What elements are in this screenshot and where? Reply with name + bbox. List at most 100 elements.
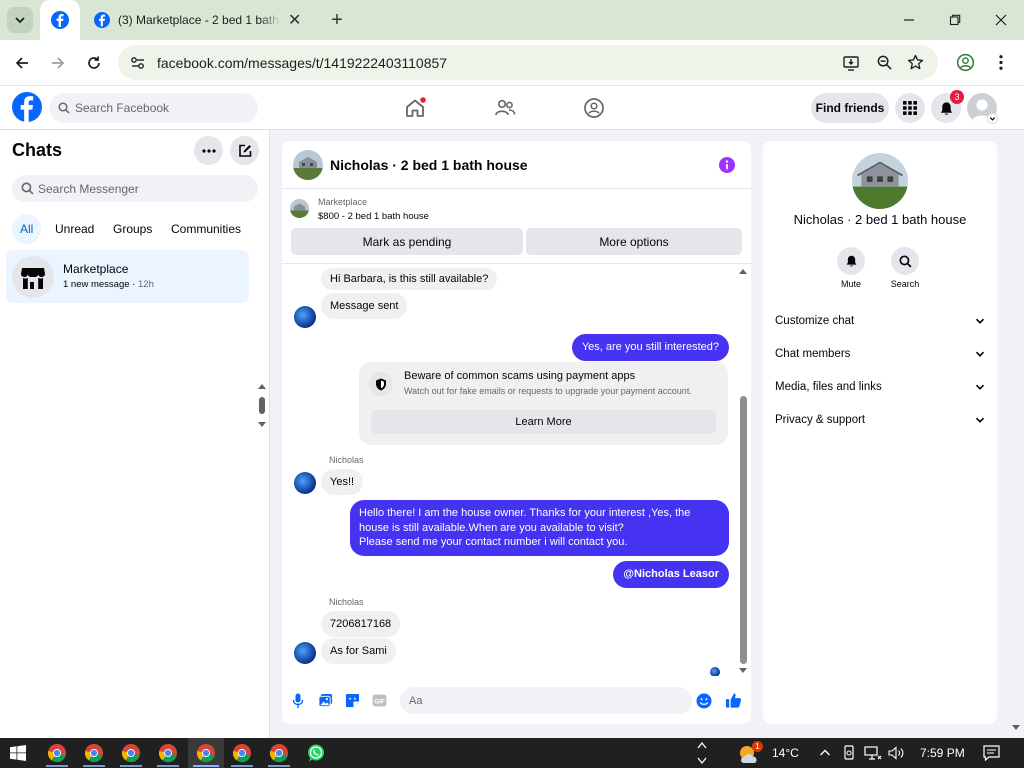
menu-button[interactable] [895, 93, 925, 123]
mark-as-pending-button[interactable]: Mark as pending [291, 228, 523, 255]
zoom-icon[interactable] [876, 54, 893, 71]
mute-button[interactable] [837, 247, 865, 275]
info-icon[interactable] [719, 157, 735, 173]
new-message-button[interactable] [230, 136, 259, 165]
restore-button[interactable] [940, 8, 970, 32]
message-incoming[interactable]: Message sent [321, 293, 408, 319]
facebook-search-field[interactable] [49, 93, 258, 123]
tab-search-button[interactable] [7, 7, 33, 33]
bell-icon [940, 101, 952, 115]
message-input[interactable] [400, 687, 692, 714]
weather-temperature[interactable]: 14°C [772, 746, 799, 760]
message-incoming[interactable]: Yes!! [321, 469, 364, 495]
search-conversation-button[interactable] [891, 247, 919, 275]
messenger-search-input[interactable] [38, 175, 248, 202]
chat-item-marketplace[interactable]: Marketplace 1 new message · 12h [6, 250, 249, 303]
find-friends-button[interactable]: Find friends [811, 93, 889, 123]
sender-avatar[interactable] [294, 306, 316, 328]
device-icon[interactable] [842, 745, 856, 761]
chevron-up-icon[interactable] [819, 747, 831, 759]
message-incoming[interactable]: Hi Barbara, is this still available? [321, 268, 498, 290]
filter-communities[interactable]: Communities [163, 214, 249, 244]
scrollbar-arrows-icon [258, 384, 266, 427]
network-icon[interactable] [864, 746, 882, 760]
more-options-button[interactable]: More options [526, 228, 742, 255]
bookmark-star-icon[interactable] [907, 54, 924, 71]
photo-icon[interactable] [318, 693, 333, 708]
whatsapp-icon[interactable] [306, 743, 326, 763]
section-media-files-links[interactable]: Media, files and links [775, 377, 985, 397]
account-chevron-icon[interactable] [987, 113, 998, 124]
chrome-icon[interactable] [121, 743, 141, 763]
browser-menu-icon[interactable] [995, 53, 1007, 72]
listing-avatar[interactable] [293, 150, 323, 180]
message-incoming[interactable]: 7206817168 [321, 611, 401, 637]
reload-button[interactable] [83, 52, 105, 74]
chrome-icon[interactable] [84, 743, 104, 763]
volume-icon[interactable] [888, 746, 906, 760]
emoji-icon[interactable] [696, 693, 712, 709]
learn-more-button[interactable]: Learn More [371, 410, 716, 434]
sticker-icon[interactable] [345, 693, 360, 708]
new-tab-button[interactable]: + [326, 9, 348, 31]
section-chat-members[interactable]: Chat members [775, 344, 985, 364]
message-line: Hello there! I am the house owner. Thank… [359, 507, 691, 519]
chrome-icon[interactable] [269, 743, 289, 763]
url-text[interactable]: facebook.com/messages/t/1419222403110857 [157, 55, 447, 71]
close-window-button[interactable] [986, 8, 1016, 32]
section-customize-chat[interactable]: Customize chat [775, 311, 985, 331]
groups-icon[interactable] [583, 97, 605, 119]
conversation-title[interactable]: Nicholas · 2 bed 1 bath house [330, 157, 528, 173]
chevron-down-icon [975, 351, 985, 357]
forward-button[interactable] [47, 52, 69, 74]
message-outgoing[interactable]: Yes, are you still interested? [571, 334, 729, 361]
microphone-icon[interactable] [292, 693, 304, 709]
minimize-icon [904, 19, 914, 21]
sender-avatar[interactable] [294, 642, 316, 664]
messages-scrollbar[interactable] [737, 266, 749, 676]
notification-center-icon[interactable] [983, 745, 1000, 761]
chat-options-button[interactable] [194, 136, 223, 165]
profile-icon[interactable] [956, 53, 975, 72]
section-privacy-support[interactable]: Privacy & support [775, 410, 985, 430]
listing-profile-photo[interactable] [852, 153, 908, 209]
search-action[interactable]: Search [880, 247, 930, 289]
chrome-icon[interactable] [47, 743, 67, 763]
arrow-left-icon [15, 57, 28, 69]
thumbs-up-icon[interactable] [725, 692, 742, 709]
taskbar-scroll-icon[interactable] [697, 741, 707, 765]
windows-start-icon[interactable] [10, 745, 26, 761]
browser-tab-facebook[interactable] [40, 0, 80, 40]
home-icon[interactable] [404, 97, 426, 119]
omnibox[interactable]: facebook.com/messages/t/1419222403110857 [118, 45, 938, 80]
filter-unread[interactable]: Unread [47, 214, 102, 244]
minimize-button[interactable] [894, 8, 924, 32]
message-outgoing[interactable]: Hello there! I am the house owner. Thank… [350, 500, 729, 556]
site-settings-icon[interactable] [130, 55, 146, 71]
sender-avatar[interactable] [294, 472, 316, 494]
install-app-icon[interactable] [842, 54, 860, 72]
sidebar-scrollbar[interactable] [256, 382, 268, 430]
message-incoming[interactable]: As for Sami [321, 638, 396, 664]
listing-price-title[interactable]: $800 - 2 bed 1 bath house [318, 211, 429, 222]
taskbar-running-indicator [46, 765, 68, 767]
page-scroll-down-icon[interactable] [1011, 724, 1021, 732]
message-outgoing-mention[interactable]: @Nicholas Leasor [613, 561, 729, 588]
messenger-search-field[interactable] [12, 175, 258, 202]
chrome-icon[interactable] [232, 743, 252, 763]
facebook-search-input[interactable] [75, 93, 245, 123]
filter-all[interactable]: All [12, 214, 42, 244]
marketplace-avatar [12, 256, 54, 298]
chrome-icon[interactable] [158, 743, 178, 763]
tab-close-button[interactable]: ✕ [288, 10, 301, 30]
filter-groups[interactable]: Groups [105, 214, 160, 244]
taskbar-clock[interactable]: 7:59 PM [920, 746, 965, 760]
back-button[interactable] [11, 52, 33, 74]
facebook-logo-icon[interactable] [12, 92, 42, 122]
chrome-icon[interactable] [196, 743, 216, 763]
listing-thumbnail[interactable] [290, 199, 309, 218]
browser-tab-marketplace[interactable]: (3) Marketplace - 2 bed 1 bath house ✕ [84, 0, 320, 40]
friends-icon[interactable] [494, 97, 516, 119]
mute-action[interactable]: Mute [826, 247, 876, 289]
gif-icon[interactable]: GIF [372, 694, 387, 707]
